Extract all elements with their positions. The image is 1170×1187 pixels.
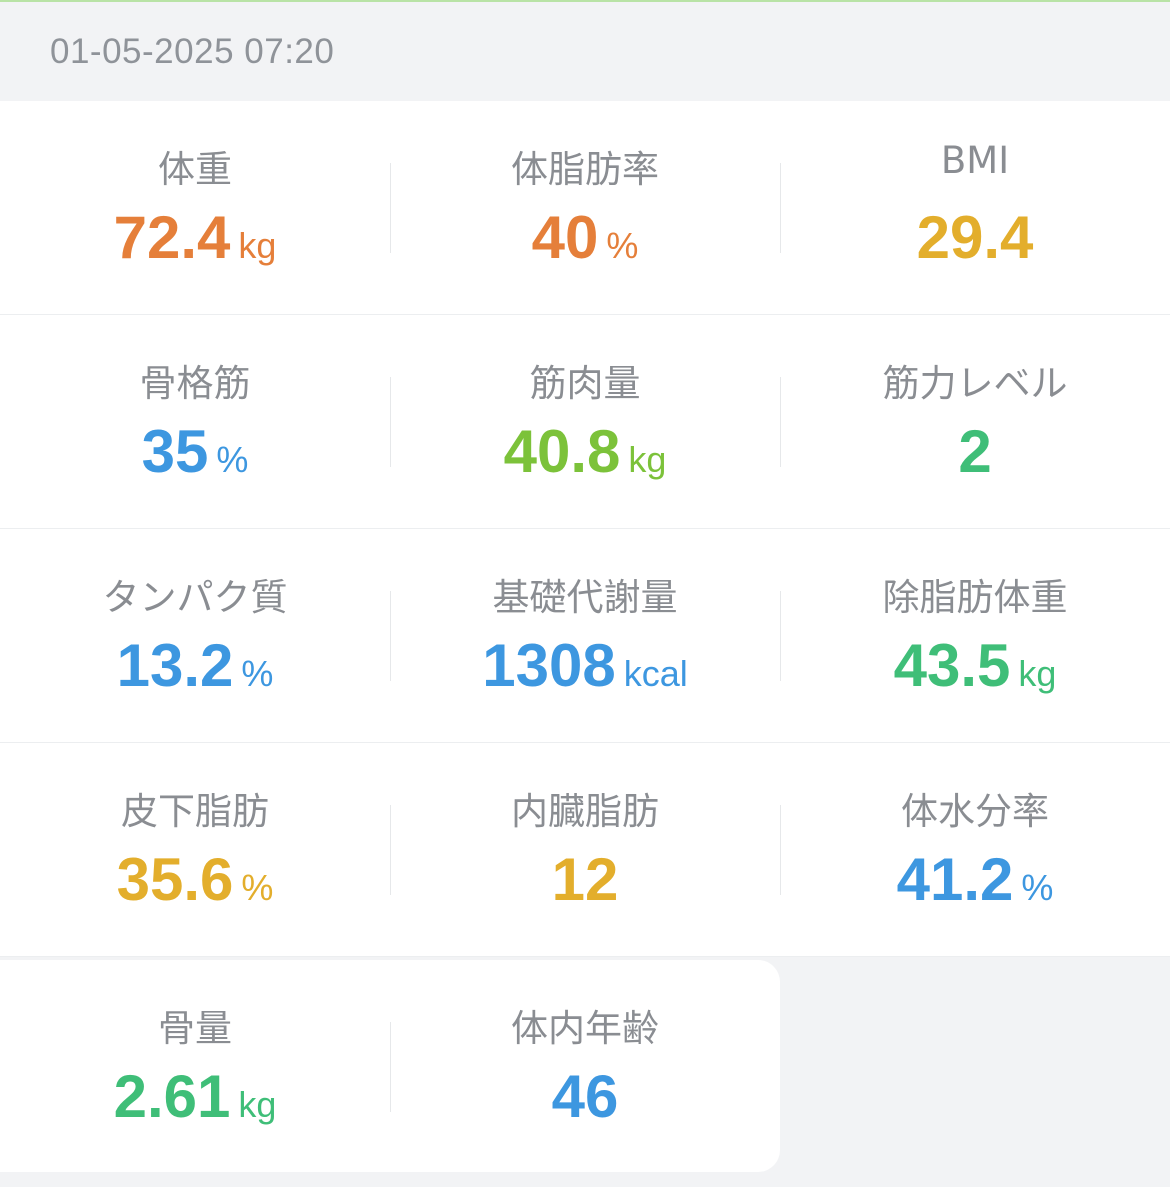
metric-value: 2.61 [113, 1063, 231, 1130]
metric-unit: kg [238, 1084, 277, 1125]
metric-unit: kcal [623, 653, 688, 694]
metrics-row: 皮下脂肪 35.6% 内臓脂肪 12 体水分率 41.2% [0, 743, 1170, 957]
metric-value-line: 40% [390, 203, 780, 272]
metric-cell[interactable]: 体脂肪率 40% [390, 101, 780, 314]
metric-unit: % [606, 225, 639, 266]
metric-cell[interactable]: 骨格筋 35% [0, 315, 390, 528]
metric-cell[interactable]: タンパク質 13.2% [0, 529, 390, 742]
metric-cell[interactable]: 内臓脂肪 12 [390, 743, 780, 956]
metrics-row: タンパク質 13.2% 基礎代謝量 1308 kcal 除脂肪体重 43.5 kg [0, 529, 1170, 743]
record-header: 01-05-2025 07:20 [0, 2, 1170, 101]
metric-cell[interactable]: 皮下脂肪 35.6% [0, 743, 390, 956]
metric-value-line: 29.4 [780, 203, 1170, 272]
metric-value-line: 12 [390, 845, 780, 914]
metric-unit: kg [1018, 653, 1057, 694]
metric-label: 筋力レベル [882, 362, 1068, 405]
metric-label: 体重 [158, 148, 232, 191]
metric-value-line: 40.8 kg [390, 417, 780, 486]
metric-value: 35 [141, 418, 209, 485]
metric-value-line: 43.5 kg [780, 631, 1170, 700]
metrics-row: 体重 72.4 kg 体脂肪率 40% BMI 29.4 [0, 101, 1170, 315]
metric-value-line: 41.2% [780, 845, 1170, 914]
metric-value-line: 2.61 kg [0, 1062, 390, 1131]
metric-label: 骨格筋 [139, 362, 251, 405]
metric-unit: % [1021, 867, 1054, 908]
metric-value: 40.8 [503, 418, 621, 485]
metric-label: 体内年齢 [511, 1007, 659, 1050]
metric-cell[interactable]: 除脂肪体重 43.5 kg [780, 529, 1170, 742]
metric-label: 除脂肪体重 [882, 576, 1068, 619]
metric-value-line: 35% [0, 417, 390, 486]
metric-cell[interactable]: 体重 72.4 kg [0, 101, 390, 314]
metric-value: 12 [551, 846, 619, 913]
metric-unit: % [241, 653, 274, 694]
metric-cell[interactable]: 基礎代謝量 1308 kcal [390, 529, 780, 742]
metric-label: BMI [940, 139, 1010, 182]
metric-cell[interactable]: 筋力レベル 2 [780, 315, 1170, 528]
metric-cell[interactable]: BMI 29.4 [780, 101, 1170, 314]
metric-cell[interactable]: 体内年齢 46 [390, 960, 780, 1172]
metric-unit: % [216, 439, 249, 480]
metrics-row: 骨格筋 35% 筋肉量 40.8 kg 筋力レベル 2 [0, 315, 1170, 529]
metric-label: 骨量 [158, 1007, 232, 1050]
measurement-timestamp: 01-05-2025 07:20 [50, 31, 335, 71]
metric-unit: kg [628, 439, 667, 480]
metric-unit: kg [238, 225, 277, 266]
metric-value: 29.4 [916, 204, 1034, 271]
metric-value: 13.2 [116, 632, 234, 699]
metric-label: 基礎代謝量 [492, 576, 678, 619]
metric-label: 筋肉量 [529, 362, 641, 405]
metric-unit: % [241, 867, 274, 908]
metric-label: 体脂肪率 [511, 148, 659, 191]
metric-value: 1308 [482, 632, 616, 699]
metric-label: 皮下脂肪 [121, 790, 269, 833]
metric-value-line: 13.2% [0, 631, 390, 700]
metric-value-line: 72.4 kg [0, 203, 390, 272]
metric-label: 体水分率 [901, 790, 1049, 833]
metric-cell[interactable]: 骨量 2.61 kg [0, 960, 390, 1172]
metric-cell[interactable]: 筋肉量 40.8 kg [390, 315, 780, 528]
metric-value: 72.4 [113, 204, 231, 271]
metric-value-line: 46 [390, 1062, 780, 1131]
metric-value-line: 35.6% [0, 845, 390, 914]
metric-value: 2 [958, 418, 992, 485]
metrics-row: 骨量 2.61 kg 体内年齢 46 [0, 960, 780, 1172]
metric-value: 35.6 [116, 846, 234, 913]
metric-value: 43.5 [893, 632, 1011, 699]
metric-cell[interactable]: 体水分率 41.2% [780, 743, 1170, 956]
metric-label: 内臓脂肪 [511, 790, 659, 833]
metric-value: 41.2 [896, 846, 1014, 913]
metric-label: タンパク質 [102, 576, 288, 619]
metric-value-line: 1308 kcal [390, 631, 780, 700]
metric-value: 46 [551, 1063, 619, 1130]
metric-value-line: 2 [780, 417, 1170, 486]
metric-value: 40 [531, 204, 599, 271]
